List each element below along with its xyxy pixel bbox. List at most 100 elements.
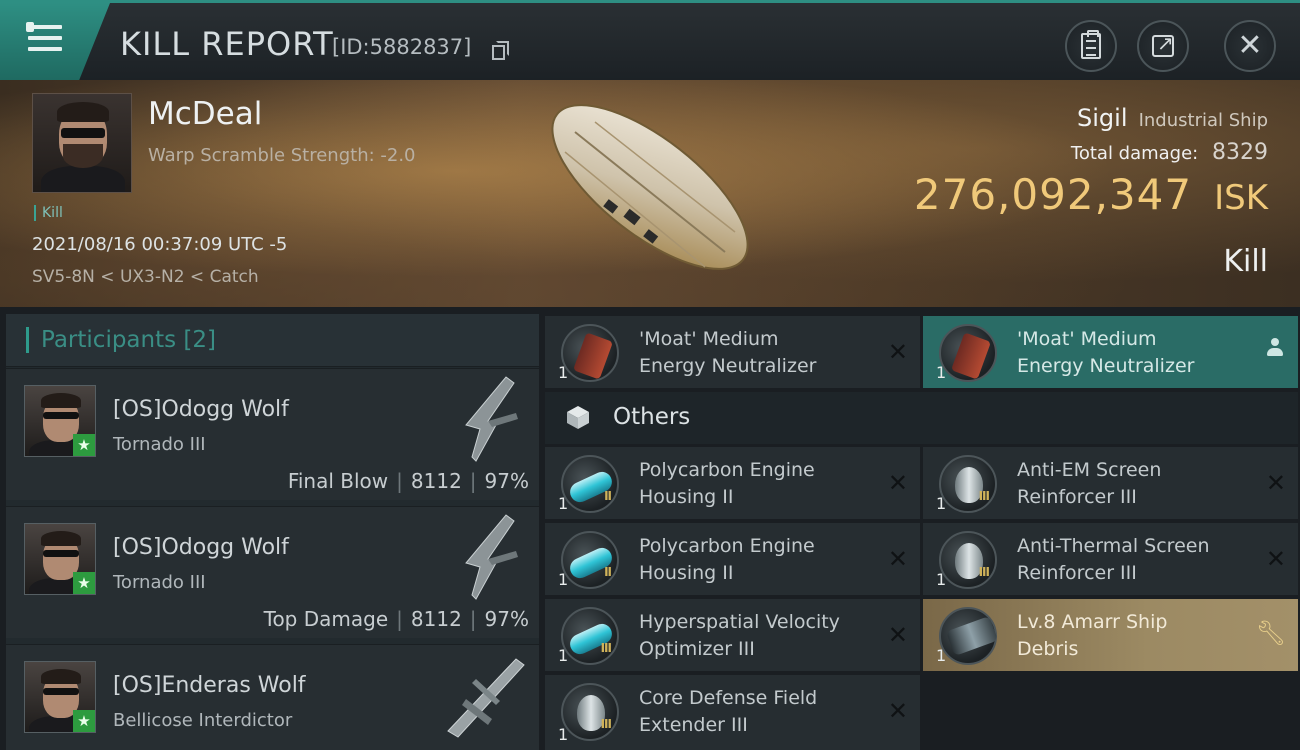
slot-item-name-line1: 'Moat' Medium: [639, 328, 779, 350]
slot-item-name: Polycarbon Engine Housing II: [639, 457, 815, 511]
participant-damage: 8112: [410, 607, 462, 631]
participant-name: [OS]Enderas Wolf: [113, 673, 306, 698]
tier-label: III: [978, 489, 990, 503]
velocity-optimizer-icon: III: [561, 607, 619, 665]
slot-item-name: Anti-Thermal Screen Reinforcer III: [1017, 533, 1210, 587]
slot-quantity: 1: [558, 725, 569, 744]
slot-item-name-line1: Polycarbon Engine: [639, 535, 815, 557]
menu-button[interactable]: [0, 3, 110, 80]
tier-label: II: [604, 489, 612, 503]
page-title: KILL REPORT: [120, 25, 334, 63]
slot-item-name-line1: Hyperspatial Velocity: [639, 611, 840, 633]
total-damage: Total damage: 8329: [1071, 140, 1268, 165]
participant-role: Final Blow: [287, 469, 389, 493]
others-label: Others: [613, 404, 691, 430]
shield-reinforcer-icon: III: [939, 531, 997, 589]
slot-item-name-line2: Energy Neutralizer: [1017, 355, 1195, 377]
fitting-slot[interactable]: II 1 Polycarbon Engine Housing II ✕: [545, 523, 920, 595]
participant-stats: Final Blow | 8112 | 97%: [287, 469, 529, 493]
slot-item-name: Core Defense Field Extender III: [639, 685, 817, 739]
fitting-slot[interactable]: III 1 Anti-Thermal Screen Reinforcer III…: [923, 523, 1298, 595]
fitting-slot[interactable]: III 1 Core Defense Field Extender III ✕: [545, 675, 920, 750]
wrench-icon: 🔧︎: [1255, 619, 1286, 647]
slot-item-name-line2: Reinforcer III: [1017, 486, 1137, 508]
participant-avatar[interactable]: ★: [24, 385, 96, 457]
total-damage-label: Total damage:: [1070, 143, 1199, 164]
slot-item-name-line1: Anti-Thermal Screen: [1017, 535, 1210, 557]
fitting-slot[interactable]: 1 'Moat' Medium Energy Neutralizer: [923, 316, 1298, 388]
slot-quantity: 1: [558, 363, 569, 382]
slot-quantity: 1: [558, 494, 569, 513]
victim-ship-class: Industrial Ship: [1138, 110, 1268, 131]
fitting-slot[interactable]: 1 Lv.8 Amarr Ship Debris 🔧︎: [923, 599, 1298, 671]
slot-quantity: 1: [936, 363, 947, 382]
shield-reinforcer-icon: III: [939, 455, 997, 513]
share-button[interactable]: [1137, 20, 1189, 72]
destroyed-icon: ✕: [887, 338, 908, 366]
participant-percent: 97%: [484, 607, 529, 631]
fitting-slot[interactable]: 1 'Moat' Medium Energy Neutralizer ✕: [545, 316, 920, 388]
fitting-slot[interactable]: III 1 Hyperspatial Velocity Optimizer II…: [545, 599, 920, 671]
victim-pilot-name: McDeal: [148, 96, 263, 132]
participant-ship-image: [465, 376, 518, 462]
slot-item-name: Lv.8 Amarr Ship Debris: [1017, 609, 1167, 663]
slot-item-name-line1: Polycarbon Engine: [639, 459, 815, 481]
slot-item-name-line2: Extender III: [639, 714, 748, 736]
fitting-slot[interactable]: II 1 Polycarbon Engine Housing II ✕: [545, 447, 920, 519]
participant-avatar[interactable]: ★: [24, 523, 96, 595]
isk-loss: 276,092,347 ISK: [914, 170, 1268, 219]
slot-item-name: Anti-EM Screen Reinforcer III: [1017, 457, 1161, 511]
participant-row[interactable]: ★ [OS]Enderas Wolf Bellicose Interdictor: [6, 644, 539, 750]
participant-avatar[interactable]: ★: [24, 661, 96, 733]
fitting-slot[interactable]: III 1 Anti-EM Screen Reinforcer III ✕: [923, 447, 1298, 519]
clipboard-icon: [1081, 30, 1101, 59]
kill-timestamp: 2021/08/16 00:37:09 UTC -5: [32, 234, 288, 255]
slot-quantity: 1: [936, 646, 947, 665]
destroyed-icon: ✕: [887, 469, 908, 497]
victim-panel: McDeal Warp Scramble Strength: -2.0 Kill…: [0, 80, 1300, 307]
participant-role: Top Damage: [263, 607, 389, 631]
destroyed-icon: ✕: [1265, 469, 1286, 497]
top-bar: KILL REPORT [ID:5882837] ✕: [0, 0, 1300, 80]
victim-avatar[interactable]: [32, 93, 132, 193]
participant-name: [OS]Odogg Wolf: [113, 535, 289, 560]
warp-scramble-strength: Warp Scramble Strength: -2.0: [148, 145, 416, 166]
cube-icon: [567, 406, 589, 429]
slot-item-name-line2: Debris: [1017, 638, 1079, 660]
participant-percent: 97%: [484, 469, 529, 493]
participant-name: [OS]Odogg Wolf: [113, 397, 289, 422]
destroyed-icon: ✕: [1265, 545, 1286, 573]
destroyed-icon: ✕: [887, 621, 908, 649]
slot-item-name: Hyperspatial Velocity Optimizer III: [639, 609, 840, 663]
participant-ship: Bellicose Interdictor: [113, 710, 293, 731]
participants-title: Participants [2]: [41, 327, 216, 353]
tier-label: III: [978, 565, 990, 579]
copy-icon[interactable]: [492, 41, 509, 60]
participants-header: Participants [2]: [6, 314, 539, 367]
person-icon: [1266, 338, 1284, 360]
slot-quantity: 1: [936, 570, 947, 589]
slot-item-name: 'Moat' Medium Energy Neutralizer: [1017, 326, 1194, 380]
participant-row[interactable]: ★ [OS]Odogg Wolf Tornado III Top Damage |…: [6, 506, 539, 638]
participants-panel: Participants [2] ★ [OS]Odogg Wolf Tornad…: [6, 314, 539, 750]
engine-housing-icon: II: [561, 531, 619, 589]
slot-item-name-line2: Housing II: [639, 562, 734, 584]
clipboard-button[interactable]: [1065, 20, 1117, 72]
shield-extender-icon: III: [561, 683, 619, 741]
star-icon: ★: [73, 572, 95, 594]
participant-row[interactable]: ★ [OS]Odogg Wolf Tornado III Final Blow |…: [6, 368, 539, 500]
slot-item-name: 'Moat' Medium Energy Neutralizer: [639, 326, 816, 380]
close-icon: ✕: [1237, 28, 1263, 63]
slot-item-name: Polycarbon Engine Housing II: [639, 533, 815, 587]
participant-ship-image: [465, 514, 518, 600]
victim-ship-info: Sigil Industrial Ship: [1077, 104, 1268, 132]
participant-ship-image: [447, 658, 525, 738]
slot-item-name-line1: 'Moat' Medium: [1017, 328, 1157, 350]
close-button[interactable]: ✕: [1224, 20, 1276, 72]
energy-neutralizer-icon: [561, 324, 619, 382]
tier-label: III: [600, 717, 612, 731]
report-id: [ID:5882837]: [332, 35, 472, 59]
slot-item-name-line2: Reinforcer III: [1017, 562, 1137, 584]
tier-label: III: [600, 641, 612, 655]
victim-ship-image: [551, 104, 749, 270]
